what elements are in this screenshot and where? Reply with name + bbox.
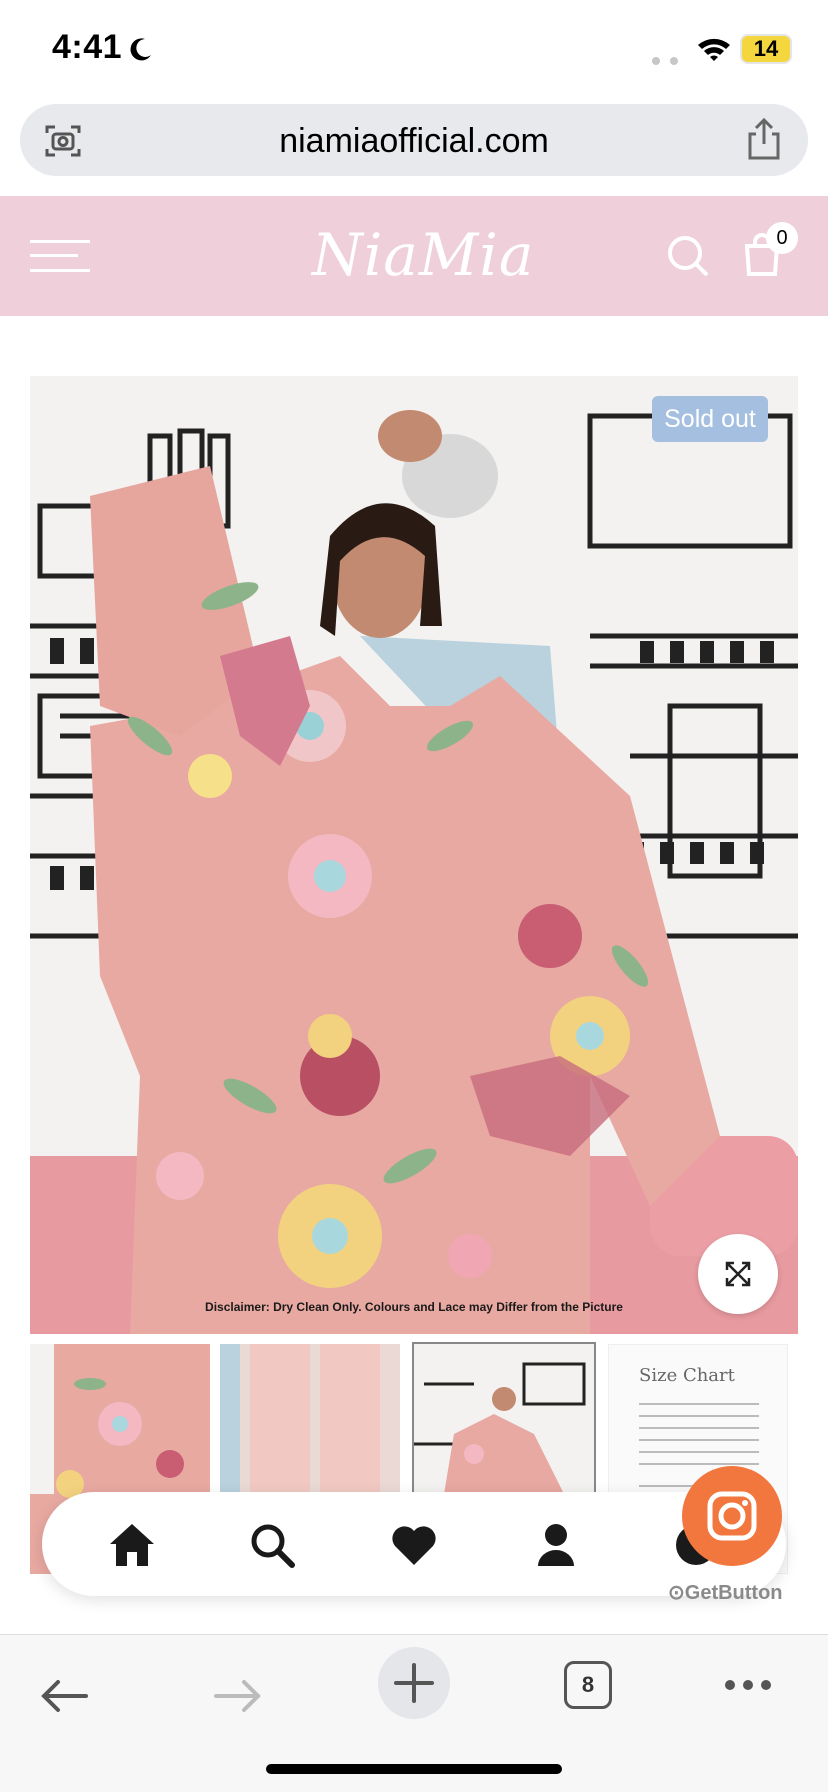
- search-icon[interactable]: [666, 234, 710, 278]
- site-header: NiaMia: [0, 196, 828, 316]
- account-icon[interactable]: [532, 1522, 580, 1568]
- getbutton-credit[interactable]: ⊙GetButton: [668, 1580, 783, 1605]
- getbutton-logo-icon: ⊙: [668, 1582, 685, 1604]
- home-icon[interactable]: [108, 1522, 156, 1568]
- status-time: 4:41: [52, 28, 123, 66]
- signal-icon: [652, 52, 688, 70]
- plus-icon: [394, 1663, 434, 1703]
- sold-out-badge: Sold out: [652, 396, 768, 442]
- zoom-button[interactable]: [698, 1234, 778, 1314]
- brand-logo[interactable]: NiaMia: [312, 210, 533, 300]
- heart-icon[interactable]: [390, 1522, 438, 1568]
- product-main-image[interactable]: Disclaimer: Dry Clean Only. Colours and …: [30, 376, 798, 1334]
- new-tab-button[interactable]: [378, 1647, 450, 1719]
- share-icon[interactable]: [746, 118, 782, 160]
- more-options-icon[interactable]: [724, 1679, 772, 1691]
- battery-indicator: 14: [740, 34, 792, 64]
- instagram-icon: [707, 1491, 757, 1541]
- instagram-chat-button[interactable]: [682, 1466, 782, 1566]
- expand-icon: [725, 1261, 751, 1287]
- search-icon[interactable]: [248, 1522, 296, 1568]
- wifi-icon: [698, 38, 730, 61]
- url-bar[interactable]: niamiaofficial.com: [20, 104, 808, 176]
- product-photo: [30, 376, 798, 1334]
- cart-count-badge: 0: [766, 222, 798, 254]
- moon-icon: [130, 38, 151, 61]
- home-indicator: [266, 1764, 562, 1774]
- tab-switcher-button[interactable]: 8: [564, 1661, 612, 1709]
- hamburger-menu-icon[interactable]: [30, 238, 90, 274]
- product-disclaimer: Disclaimer: Dry Clean Only. Colours and …: [205, 1300, 623, 1314]
- getbutton-label: GetButton: [684, 1582, 783, 1604]
- back-arrow-icon[interactable]: [40, 1679, 88, 1713]
- status-bar: 4:41 14: [0, 0, 828, 100]
- url-text[interactable]: niamiaofficial.com: [20, 122, 808, 161]
- forward-arrow-icon[interactable]: [214, 1679, 262, 1713]
